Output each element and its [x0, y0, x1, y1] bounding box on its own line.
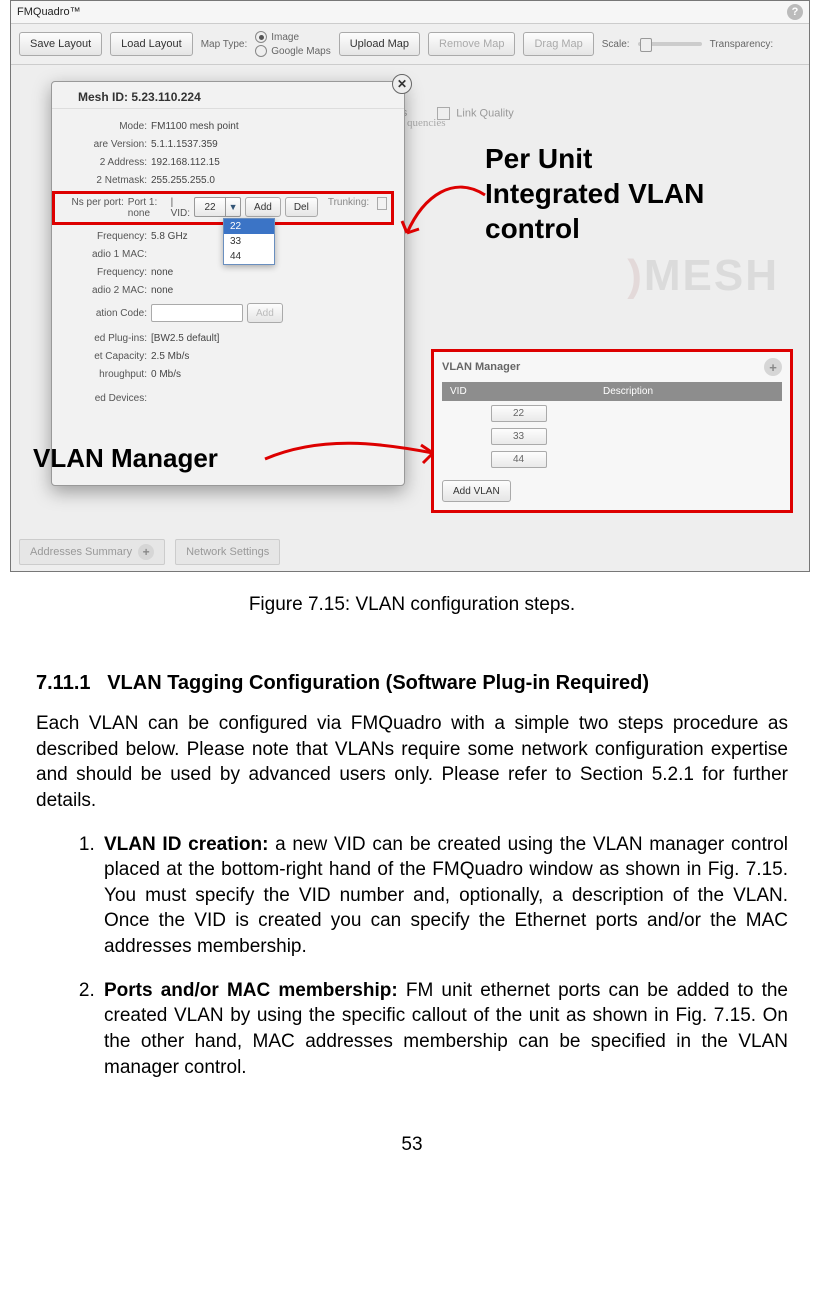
vid-cell-22[interactable]: 22 — [491, 405, 547, 422]
section-heading: 7.11.1 VLAN Tagging Configuration (Softw… — [36, 672, 788, 695]
throughput-label: hroughput: — [52, 369, 151, 380]
vid-label: | VID: — [171, 197, 190, 219]
map-type-image-radio[interactable]: Image — [255, 31, 330, 43]
col-vid-header: VID — [442, 382, 595, 401]
address-value: 192.168.112.15 — [151, 157, 220, 168]
mode-value: FM1100 mesh point — [151, 121, 239, 132]
radio-selected-icon — [255, 31, 267, 43]
close-icon[interactable]: ✕ — [392, 74, 412, 94]
vlan-manager-panel: VLAN Manager + VID Description 22 33 44 … — [431, 349, 793, 513]
vid-option-44[interactable]: 44 — [224, 249, 274, 264]
activation-code-input[interactable] — [151, 304, 243, 322]
scale-slider[interactable] — [638, 42, 702, 46]
plugins-value: [BW2.5 default] — [151, 333, 219, 344]
mode-label: Mode: — [52, 121, 151, 132]
freq2-label: Frequency: — [52, 267, 151, 278]
add-vlan-button[interactable]: Add VLAN — [442, 480, 511, 502]
load-layout-button[interactable]: Load Layout — [110, 32, 193, 56]
vid-selected-value: 22 — [195, 202, 225, 213]
plugins-label: ed Plug-ins: — [52, 333, 151, 344]
vid-add-button[interactable]: Add — [245, 197, 281, 217]
plus-icon[interactable]: + — [764, 358, 782, 376]
annotation-vlan-manager: VLAN Manager — [33, 443, 218, 474]
bg-tab-link-quality: Link Quality — [437, 107, 513, 120]
vid-option-33[interactable]: 33 — [224, 234, 274, 249]
tab-addresses-summary[interactable]: Addresses Summary + — [19, 539, 165, 565]
save-layout-button[interactable]: Save Layout — [19, 32, 102, 56]
bg-tab-fragment2: quencies — [407, 117, 445, 129]
capacity-label: et Capacity: — [52, 351, 151, 362]
table-row: 22 — [442, 401, 782, 424]
app-titlebar: FMQuadro™ ? — [11, 1, 809, 24]
vid-del-button[interactable]: Del — [285, 197, 318, 217]
list-item: VLAN ID creation: a new VID can be creat… — [100, 832, 788, 960]
intro-paragraph: Each VLAN can be configured via FMQuadro… — [36, 711, 788, 814]
freq1-label: Frequency: — [52, 231, 151, 242]
trunking-label: Trunking: — [328, 197, 369, 208]
version-label: are Version: — [52, 139, 151, 150]
chevron-down-icon: ▼ — [225, 198, 240, 216]
map-type-google-radio[interactable]: Google Maps — [255, 45, 330, 57]
netmask-value: 255.255.255.0 — [151, 175, 215, 186]
app-title: FMQuadro™ — [17, 6, 81, 18]
background-tabs: hings Link Quality — [381, 89, 795, 137]
popup-title: Mesh ID: 5.23.110.224 — [78, 90, 201, 104]
radio2mac-value: none — [151, 285, 173, 296]
activation-label: ation Code: — [52, 308, 147, 319]
port1-value: Port 1: none — [128, 197, 167, 219]
per-unit-vlan-control: Ns per port: Port 1: none | VID: 22 ▼ Ad… — [52, 191, 394, 225]
page-number: 53 — [0, 1134, 824, 1156]
arrow-icon — [261, 433, 441, 483]
annotation-per-unit: Per Unit Integrated VLAN control — [485, 141, 704, 246]
vid-option-22[interactable]: 22 — [224, 219, 274, 234]
drag-map-button[interactable]: Drag Map — [523, 32, 593, 56]
table-row: 44 — [442, 447, 782, 470]
upload-map-button[interactable]: Upload Map — [339, 32, 420, 56]
freq2-value: none — [151, 267, 173, 278]
plus-icon: + — [138, 544, 154, 560]
figure-caption: Figure 7.15: VLAN configuration steps. — [0, 594, 824, 616]
throughput-value: 0 Mb/s — [151, 369, 181, 380]
vid-dropdown[interactable]: 22 ▼ — [194, 197, 241, 217]
background-watermark: )MESH — [627, 251, 779, 301]
netmask-label: 2 Netmask: — [52, 175, 151, 186]
help-icon[interactable]: ? — [787, 4, 803, 20]
remove-map-button[interactable]: Remove Map — [428, 32, 515, 56]
capacity-value: 2.5 Mb/s — [151, 351, 189, 362]
trunking-checkbox[interactable] — [377, 197, 387, 210]
radio2mac-label: adio 2 MAC: — [52, 285, 151, 296]
transparency-label: Transparency: — [710, 39, 774, 50]
vid-cell-33[interactable]: 33 — [491, 428, 547, 445]
version-value: 5.1.1.1537.359 — [151, 139, 218, 150]
vlan-manager-title: VLAN Manager — [442, 361, 520, 373]
freq1-value: 5.8 GHz — [151, 231, 188, 242]
radio-empty-icon — [255, 45, 267, 57]
table-row: 33 — [442, 424, 782, 447]
address-label: 2 Address: — [52, 157, 151, 168]
vlan-table: VID Description 22 33 44 — [442, 382, 782, 470]
slider-thumb-icon[interactable] — [640, 38, 652, 52]
activation-add-button[interactable]: Add — [247, 303, 283, 323]
col-desc-header: Description — [595, 382, 782, 401]
ports-label: Ns per port: — [59, 197, 124, 208]
scale-label: Scale: — [602, 39, 630, 50]
bottom-tabs: Addresses Summary + Network Settings — [19, 539, 280, 565]
mesh-info-popup: ✕ Mesh ID: 5.23.110.224 Mode:FM1100 mesh… — [51, 81, 405, 486]
map-type-label: Map Type: — [201, 39, 248, 50]
vid-cell-44[interactable]: 44 — [491, 451, 547, 468]
vid-dropdown-list: 22 33 44 — [223, 218, 275, 265]
radio1mac-label: adio 1 MAC: — [52, 249, 151, 260]
devices-label: ed Devices: — [52, 393, 151, 404]
arrow-icon — [399, 165, 489, 255]
tab-network-settings[interactable]: Network Settings — [175, 539, 280, 565]
app-toolbar: Save Layout Load Layout Map Type: Image … — [11, 24, 809, 65]
list-item: Ports and/or MAC membership: FM unit eth… — [100, 978, 788, 1081]
figure-screenshot: FMQuadro™ ? Save Layout Load Layout Map … — [10, 0, 810, 572]
